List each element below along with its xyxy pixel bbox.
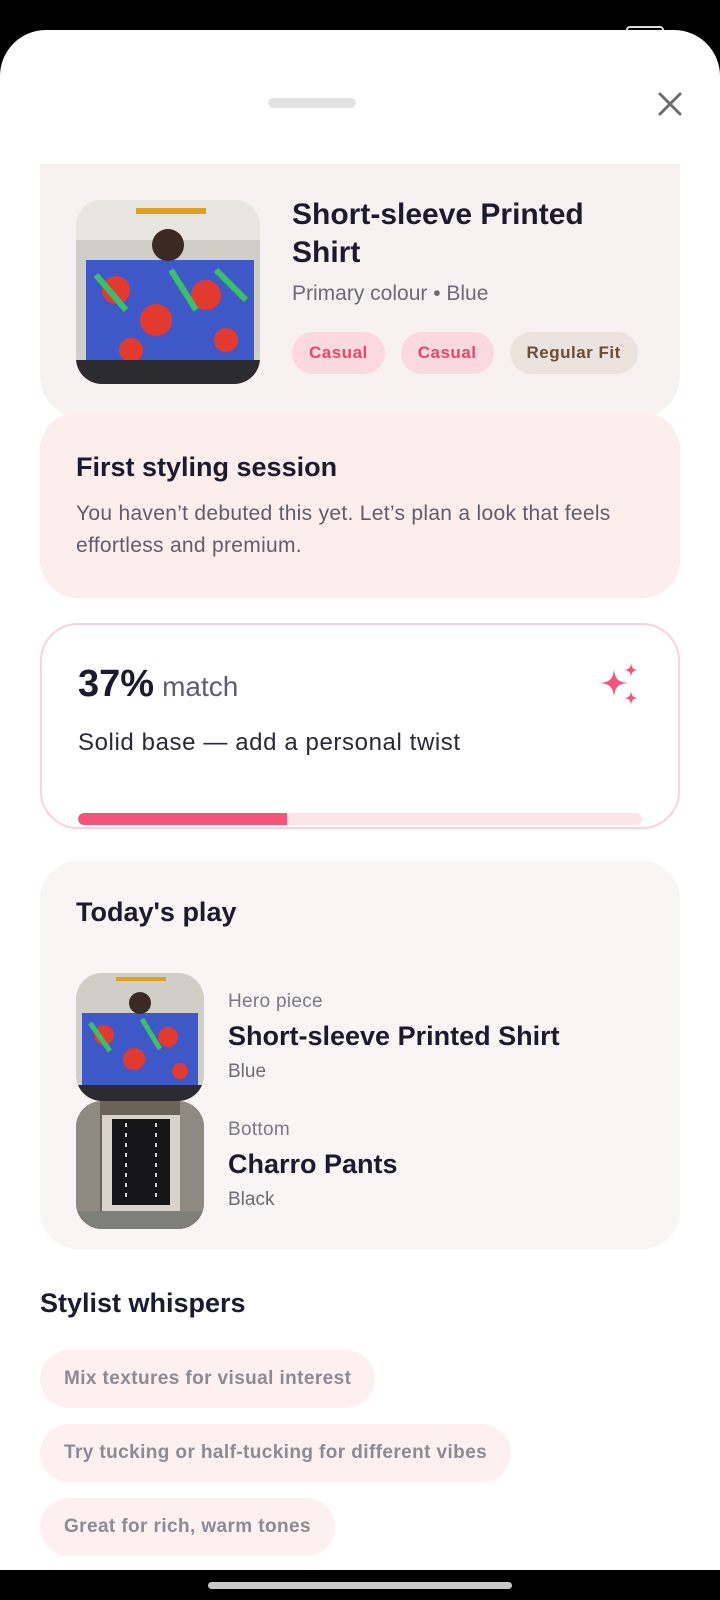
match-progress-bar <box>78 813 642 825</box>
item-role: Bottom <box>228 1119 290 1140</box>
hero-piece-image[interactable] <box>76 973 204 1101</box>
item-role: Hero piece <box>228 991 323 1012</box>
stylist-whispers-title: Stylist whispers <box>40 1288 246 1318</box>
match-percent: 37% <box>78 663 155 705</box>
match-label: match <box>162 671 239 702</box>
match-progress-fill <box>78 813 287 825</box>
match-score: 37% match <box>78 663 238 706</box>
product-subtitle: Primary colour • Blue <box>292 282 489 305</box>
tag-chip: Regular Fit <box>509 332 638 374</box>
tag-chip: Casual <box>292 332 385 374</box>
home-gesture-bar[interactable] <box>208 1582 512 1589</box>
first-session-title: First styling session <box>76 452 338 482</box>
match-tagline: Solid base — add a personal twist <box>78 729 461 756</box>
tag-list: Casual Casual Regular Fit <box>292 332 638 374</box>
whisper-chip: Great for rich, warm tones <box>40 1498 335 1556</box>
whisper-chip: Mix textures for visual interest <box>40 1350 376 1408</box>
item-color: Blue <box>228 1061 267 1082</box>
product-title: Short-sleeve Printed Shirt <box>292 198 584 269</box>
item-name: Short-sleeve Printed Shirt <box>228 1021 560 1051</box>
item-color: Black <box>228 1189 275 1210</box>
close-icon[interactable] <box>652 86 688 122</box>
todays-play-title: Today's play <box>76 897 237 927</box>
bottom-piece-image[interactable] <box>76 1101 204 1229</box>
drag-handle[interactable] <box>268 98 356 108</box>
sparkle-icon <box>600 663 638 705</box>
match-card: 37% match Solid base — add a personal tw… <box>40 623 680 829</box>
first-session-card: First styling session You haven’t debute… <box>40 412 680 598</box>
whisper-chip: Try tucking or half-tucking for differen… <box>40 1424 512 1482</box>
product-card: Short-sleeve Printed Shirt Primary colou… <box>40 164 680 418</box>
tag-chip: Casual <box>400 332 494 374</box>
product-image[interactable] <box>76 200 260 384</box>
first-session-body: You haven’t debuted this yet. Let’s plan… <box>76 502 611 557</box>
todays-play-card: Today's play Hero piece Short-sleeve Pri… <box>40 861 680 1249</box>
item-name: Charro Pants <box>228 1149 398 1179</box>
bottom-sheet: Short-sleeve Printed Shirt Primary colou… <box>0 30 720 1570</box>
